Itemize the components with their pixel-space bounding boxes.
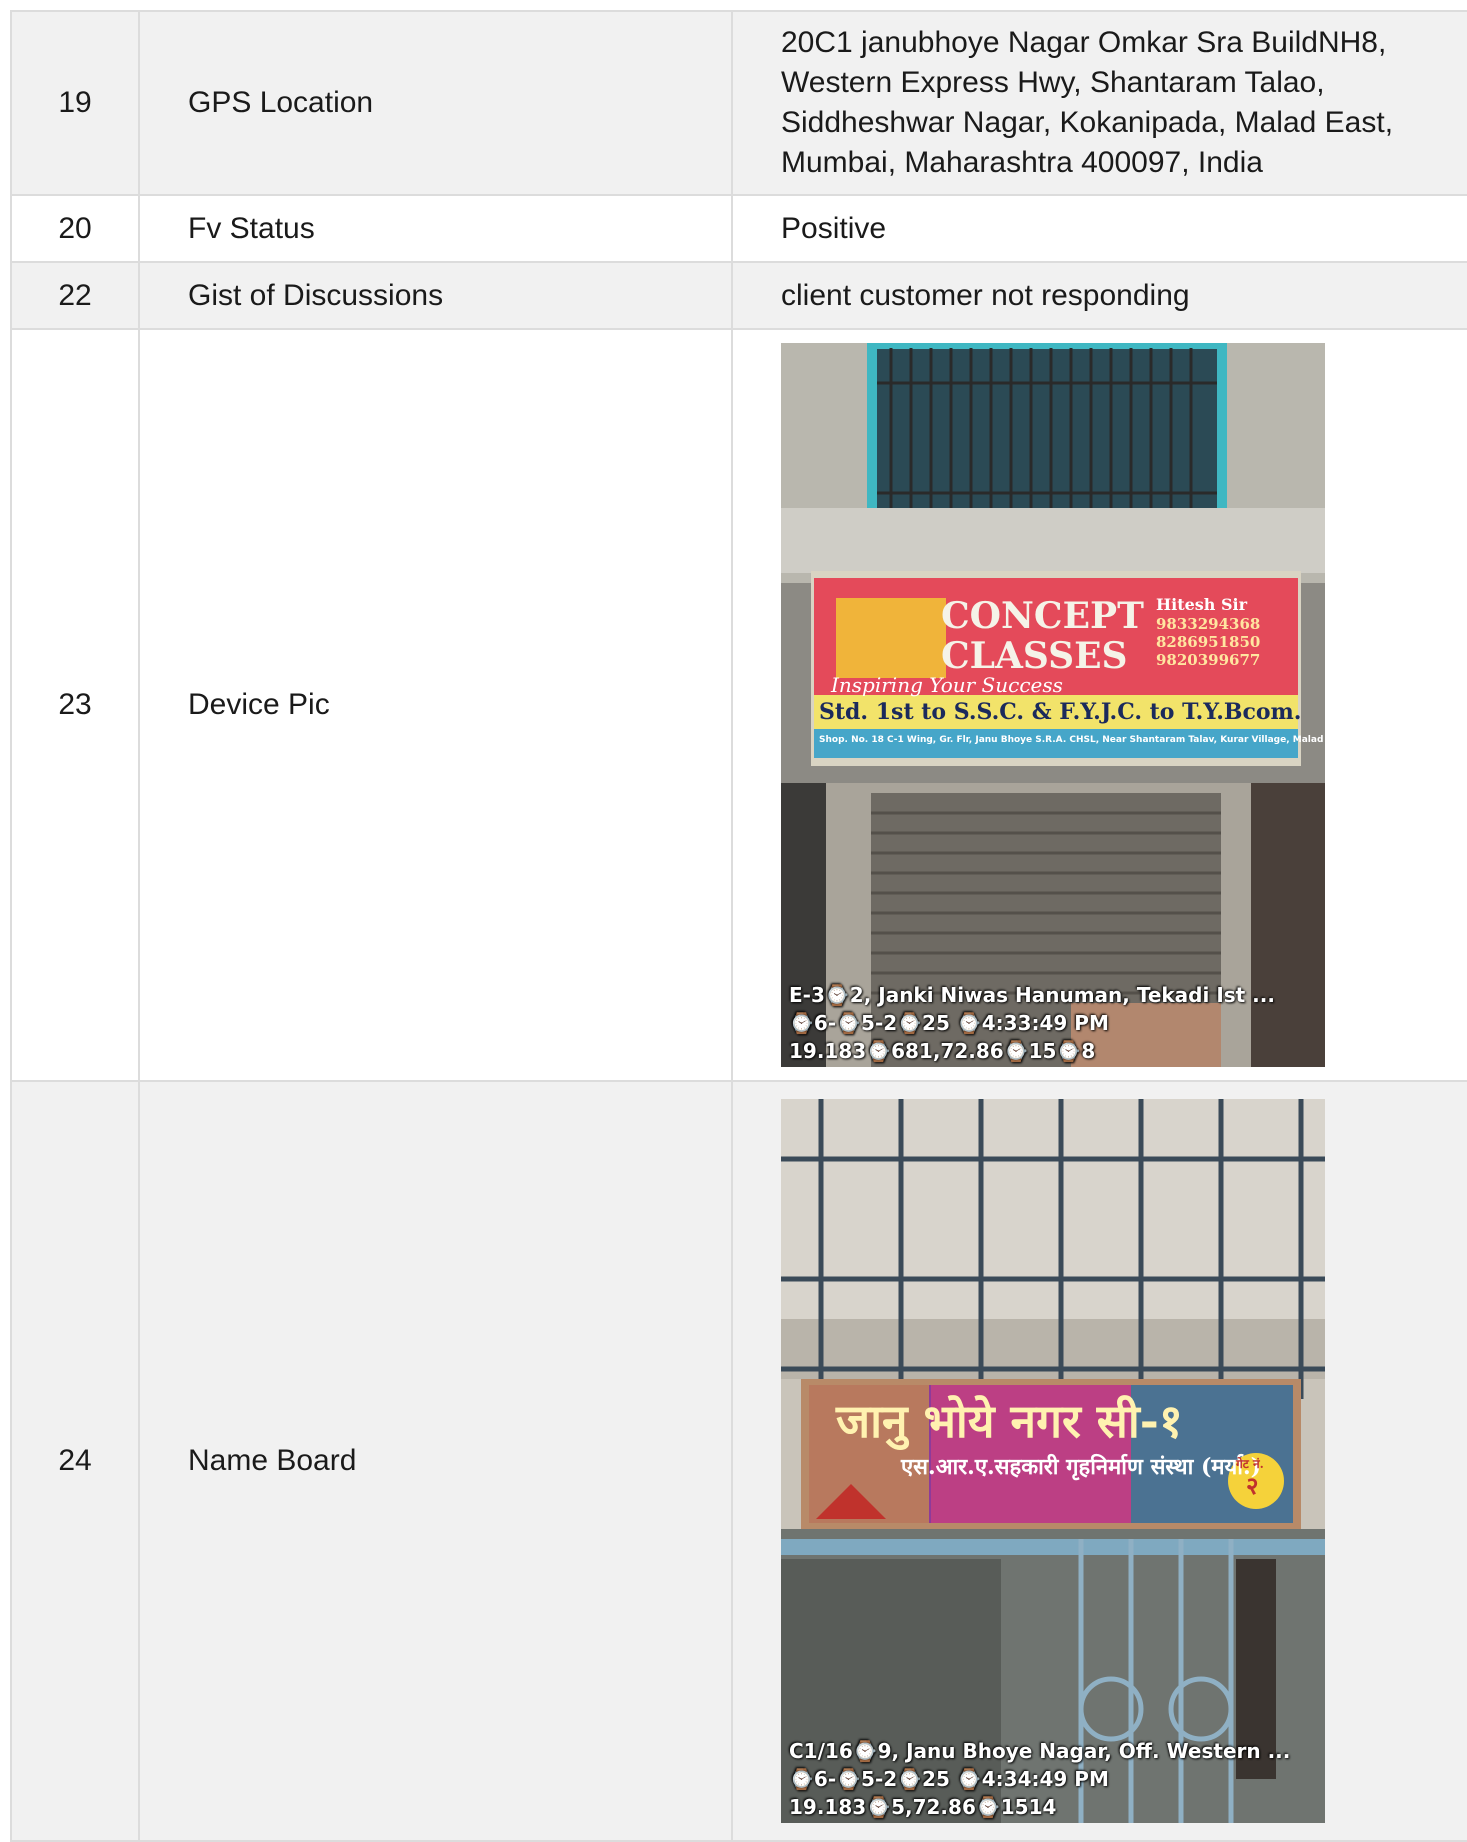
row-label: GPS Location <box>138 10 733 196</box>
name-board-cell: जानु भोये नगर सी-१ एस.आर.ए.सहकारी गृहनिर… <box>731 1080 1467 1842</box>
sign-phone-3: 9820399677 <box>1156 651 1261 669</box>
sign-address: Shop. No. 18 C-1 Wing, Gr. Flr, Janu Bho… <box>819 735 1325 745</box>
row-number: 24 <box>10 1080 140 1842</box>
stamp-coordinates: 19.183⌚681,72.86⌚15⌚8 <box>789 1039 1096 1063</box>
board-title: जानु भोये नगर सी-१ <box>836 1394 1183 1448</box>
sign-phone-1: 9833294368 <box>1156 615 1261 633</box>
stamp-coordinates: 19.183⌚5,72.86⌚1514 <box>789 1795 1057 1819</box>
device-photo-stamp: E-3⌚2, Janki Niwas Hanuman, Tekadi Ist .… <box>789 981 1275 1065</box>
gps-location-value: 20C1 janubhoye Nagar Omkar Sra BuildNH8,… <box>731 10 1467 196</box>
table-row: 23 Device Pic CONCEPT CLASSES Hitesh Sir… <box>10 328 1467 1082</box>
gist-value: client customer not responding <box>731 261 1467 330</box>
stamp-address: E-3⌚2, Janki Niwas Hanuman, Tekadi Ist .… <box>789 983 1275 1007</box>
table-row: 24 Name Board जानु भोये नगर सी-१ एस.आर.ए… <box>10 1080 1467 1842</box>
row-label: Gist of Discussions <box>138 261 733 330</box>
sign-course: Std. 1st to S.S.C. & F.Y.J.C. to T.Y.Bco… <box>819 699 1302 725</box>
row-number: 23 <box>10 328 140 1082</box>
table-row: 22 Gist of Discussions client customer n… <box>10 261 1467 330</box>
gate-number: २ <box>1246 1471 1259 1500</box>
sign-title-2: CLASSES <box>941 635 1128 677</box>
device-pic-cell: CONCEPT CLASSES Hitesh Sir 9833294368 82… <box>731 328 1467 1082</box>
device-photo: CONCEPT CLASSES Hitesh Sir 9833294368 82… <box>781 343 1325 1067</box>
board-subtitle: एस.आर.ए.सहकारी गृहनिर्माण संस्था (मर्या.… <box>901 1454 1262 1480</box>
row-number: 22 <box>10 261 140 330</box>
stamp-datetime: ⌚6-⌚5-2⌚25 ⌚4:34:49 PM <box>789 1767 1109 1791</box>
row-label: Name Board <box>138 1080 733 1842</box>
row-label: Fv Status <box>138 194 733 263</box>
report-table: 19 GPS Location 20C1 janubhoye Nagar Omk… <box>10 10 1467 1842</box>
table-row: 20 Fv Status Positive <box>10 194 1467 263</box>
stamp-datetime: ⌚6-⌚5-2⌚25 ⌚4:33:49 PM <box>789 1011 1109 1035</box>
sign-contact: Hitesh Sir <box>1156 595 1248 614</box>
sign-tagline: Inspiring Your Success <box>831 673 1063 697</box>
row-label: Device Pic <box>138 328 733 1082</box>
row-number: 20 <box>10 194 140 263</box>
row-number: 19 <box>10 10 140 196</box>
name-board-stamp: C1/16⌚9, Janu Bhoye Nagar, Off. Western … <box>789 1737 1290 1821</box>
table-row: 19 GPS Location 20C1 janubhoye Nagar Omk… <box>10 10 1467 196</box>
name-board-photo: जानु भोये नगर सी-१ एस.आर.ए.सहकारी गृहनिर… <box>781 1099 1325 1823</box>
fv-status-value: Positive <box>731 194 1467 263</box>
sign-title-1: CONCEPT <box>941 595 1144 637</box>
stamp-address: C1/16⌚9, Janu Bhoye Nagar, Off. Western … <box>789 1739 1291 1763</box>
sign-phone-2: 8286951850 <box>1156 633 1261 651</box>
